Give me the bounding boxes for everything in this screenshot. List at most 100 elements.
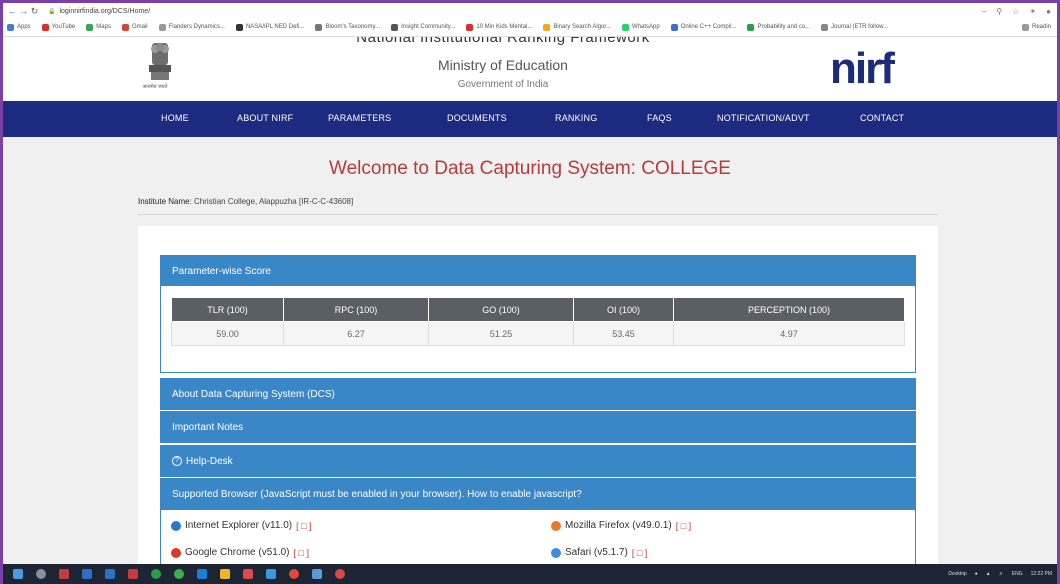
help-circle-icon: ?	[172, 456, 182, 466]
browser-ie: Internet Explorer (v11.0) [ □ ]	[171, 520, 312, 531]
bookmark-item[interactable]: Bloom's Taxonomy...	[315, 23, 380, 31]
pdf-link-icon[interactable]: [ □ ]	[296, 521, 311, 531]
apps-icon	[7, 23, 14, 31]
windows-start-icon[interactable]	[13, 569, 23, 579]
nav-notification[interactable]: NOTIFICATION/ADVT	[717, 113, 810, 123]
internet-explorer-icon	[171, 520, 181, 531]
score-value-rpc: 6.27	[283, 321, 429, 346]
taskbar-app-icon[interactable]	[128, 569, 138, 579]
bookmark-item[interactable]: Insight Community...	[391, 23, 455, 31]
taskbar-app-icon[interactable]	[197, 569, 207, 579]
institute-label: Institute Name	[138, 197, 190, 206]
bookmark-item[interactable]: YouTube	[41, 23, 75, 31]
page-title: National Institutional Ranking Framework	[356, 37, 650, 46]
url-text: loginnirfindia.org/DCS/Home/	[59, 7, 151, 15]
pdf-link-icon[interactable]: [ □ ]	[676, 521, 691, 531]
nav-documents[interactable]: DOCUMENTS	[447, 113, 507, 123]
youtube-icon	[466, 23, 474, 31]
bookmark-item[interactable]: Journal (ETR follow...	[821, 23, 888, 31]
score-value-tlr: 59.00	[171, 321, 284, 346]
link-icon	[747, 23, 755, 31]
lock-icon: 🔒	[48, 8, 56, 15]
ministry-text: Ministry of Education	[438, 57, 568, 73]
bookmark-item[interactable]: Binary Search Algor...	[543, 23, 611, 31]
institute-value: : Christian College, Alappuzha [IR-C-C-4…	[189, 197, 354, 206]
important-notes-header[interactable]: Important Notes	[161, 412, 915, 442]
system-tray: Desktop ● ▲ ♬ ENG 12:22 PM	[948, 571, 1060, 577]
volume-icon[interactable]: ♬	[999, 571, 1004, 577]
link-icon	[543, 23, 551, 31]
zoom-icon[interactable]: ⚲	[996, 7, 1002, 16]
divider	[138, 214, 938, 215]
reload-icon[interactable]: ↻	[29, 6, 40, 17]
score-value-go: 51.25	[428, 321, 574, 346]
nav-parameters[interactable]: PARAMETERS	[328, 113, 391, 123]
reading-list-icon	[1021, 23, 1029, 31]
important-notes-panel: Important Notes	[160, 411, 916, 443]
star-icon[interactable]: ☆	[1012, 7, 1019, 16]
firefox-icon	[551, 520, 561, 531]
network-icon[interactable]: ▲	[986, 571, 991, 577]
supported-browser-list: Internet Explorer (v11.0) [ □ ] Mozilla …	[160, 510, 916, 564]
nav-contact[interactable]: CONTACT	[860, 113, 904, 123]
score-value-perception: 4.97	[673, 321, 905, 346]
safari-icon	[551, 547, 561, 558]
desktop-label[interactable]: Desktop	[948, 571, 966, 577]
bookmark-item[interactable]: Flanders Dynamics...	[158, 23, 225, 31]
helpdesk-panel: ? Help-Desk	[160, 445, 916, 477]
user-icon[interactable]: ●	[975, 571, 978, 577]
taskbar-app-icon[interactable]	[59, 569, 69, 579]
chrome-taskbar-icon[interactable]	[289, 569, 299, 579]
clock[interactable]: 12:22 PM	[1031, 571, 1052, 577]
nav-about-nirf[interactable]: ABOUT NIRF	[237, 113, 293, 123]
about-dcs-panel: About Data Capturing System (DCS)	[160, 378, 916, 410]
language-indicator[interactable]: ENG	[1012, 571, 1023, 577]
extensions-icon[interactable]: ✶	[1029, 7, 1036, 16]
gmail-icon	[121, 23, 129, 31]
bookmark-item[interactable]: Maps	[86, 23, 111, 31]
supported-browser-header[interactable]: Supported Browser (JavaScript must be en…	[161, 479, 915, 509]
bookmark-item[interactable]: NASA/IPL NED Defi...	[235, 23, 304, 31]
pdf-link-icon[interactable]: [ □ ]	[294, 548, 309, 558]
taskbar-app-icon[interactable]	[312, 569, 322, 579]
nav-ranking[interactable]: RANKING	[555, 113, 597, 123]
taskbar-app-icon[interactable]	[105, 569, 115, 579]
score-table-row: 59.00 6.27 51.25 53.45 4.97	[171, 321, 905, 346]
bookmark-item[interactable]: Apps	[7, 23, 31, 31]
score-header-tlr: TLR (100)	[171, 297, 284, 322]
about-dcs-header[interactable]: About Data Capturing System (DCS)	[161, 379, 915, 409]
taskbar-app-icon[interactable]	[82, 569, 92, 579]
back-icon[interactable]: ←	[7, 6, 18, 16]
bookmark-item[interactable]: Probability and co...	[747, 23, 810, 31]
helpdesk-label: Help-Desk	[186, 455, 233, 467]
site-header: सत्यमेव जयते National Institutional Rank…	[3, 37, 1057, 101]
whatsapp-icon	[622, 23, 630, 31]
bookmarks-bar: Apps YouTube Maps Gmail Flanders Dynamic…	[3, 19, 1057, 35]
browser-chrome-label: Google Chrome (v51.0)	[185, 547, 290, 558]
taskbar-app-icon[interactable]	[243, 569, 253, 579]
bookmark-item[interactable]: Gmail	[121, 23, 148, 31]
bookmark-item[interactable]: 10 Min Kids Mental...	[466, 23, 532, 31]
address-bar[interactable]: 🔒 loginnirfindia.org/DCS/Home/	[48, 8, 150, 15]
profile-icon[interactable]: ●	[1046, 7, 1051, 16]
taskbar-app-icon[interactable]	[174, 569, 184, 579]
nirf-logo[interactable]: nirf	[830, 47, 895, 91]
score-header-go: GO (100)	[428, 297, 574, 322]
main-navbar: HOME ABOUT NIRF PARAMETERS DOCUMENTS RAN…	[3, 101, 1057, 137]
chrome-icon	[171, 547, 181, 558]
score-panel-header[interactable]: Parameter-wise Score	[161, 256, 915, 286]
taskbar-app-icon[interactable]	[220, 569, 230, 579]
nav-home[interactable]: HOME	[161, 113, 189, 123]
helpdesk-header[interactable]: ? Help-Desk	[161, 446, 915, 476]
minimize-icon[interactable]: –	[982, 7, 986, 16]
taskbar-app-icon[interactable]	[335, 569, 345, 579]
pdf-link-icon[interactable]: [ □ ]	[632, 548, 647, 558]
nav-faqs[interactable]: FAQS	[647, 113, 672, 123]
taskbar-app-icon[interactable]	[266, 569, 276, 579]
forward-icon[interactable]: →	[18, 6, 29, 16]
search-icon[interactable]	[36, 569, 46, 579]
reading-list[interactable]: Readin	[1021, 23, 1057, 31]
bookmark-item[interactable]: WhatsApp	[622, 23, 660, 31]
taskbar-app-icon[interactable]	[151, 569, 161, 579]
bookmark-item[interactable]: Online C++ Compil...	[670, 23, 736, 31]
